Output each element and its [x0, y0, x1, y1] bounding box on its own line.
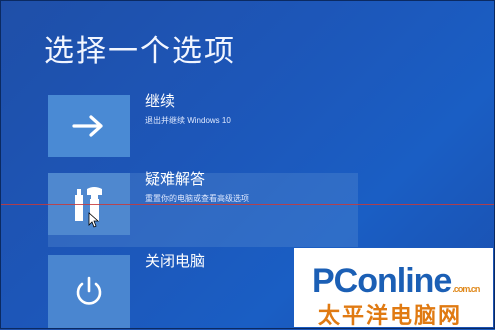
page-title: 选择一个选项 — [44, 35, 236, 68]
option-description: 退出并继续 Windows 10 — [145, 116, 231, 125]
watermark-logo: PConline.com.cn 太平洋电脑网 — [294, 248, 493, 329]
option-tile[interactable] — [48, 255, 130, 329]
power-icon — [76, 276, 102, 305]
option-continue[interactable]: 继续 退出并继续 Windows 10 — [48, 93, 353, 157]
arrow-right-icon — [72, 115, 103, 137]
option-label: 疑难解答 — [145, 171, 206, 188]
option-label: 继续 — [145, 93, 176, 110]
scan-line — [0, 204, 495, 205]
watermark-domain: .com.cn — [452, 284, 480, 294]
watermark-pc: PC — [312, 262, 358, 300]
mouse-pointer-icon — [88, 212, 100, 228]
watermark-cn-name: 太平洋电脑网 — [318, 304, 463, 329]
watermark-brand: PConline.com.cn — [312, 262, 480, 301]
option-tile[interactable] — [48, 95, 130, 157]
watermark-online: online — [357, 262, 452, 300]
option-description: 重置你的电脑或查看高级选项 — [145, 194, 249, 203]
option-label: 关闭电脑 — [145, 253, 206, 270]
